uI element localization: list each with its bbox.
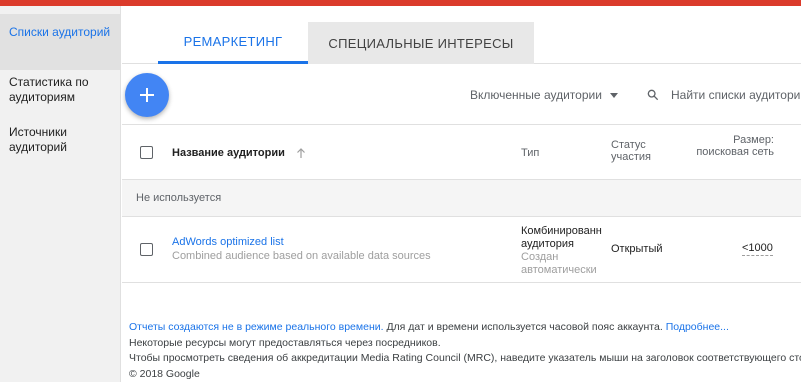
main-content: РЕМАРКЕТИНГ СПЕЦИАЛЬНЫЕ ИНТЕРЕСЫ Включен… xyxy=(122,6,801,382)
audience-name-link[interactable]: AdWords optimized list xyxy=(172,236,284,248)
footer-line-1: Отчеты создаются не в режиме реального в… xyxy=(129,321,729,333)
membership-status: Открытый xyxy=(611,243,663,255)
dropdown-arrow-icon xyxy=(609,92,618,98)
audience-description: Combined audience based on available dat… xyxy=(172,250,431,262)
tab-bar: РЕМАРКЕТИНГ СПЕЦИАЛЬНЫЕ ИНТЕРЕСЫ xyxy=(122,6,801,64)
filter-label: Включенные аудитории xyxy=(470,88,602,102)
table-header: Название аудитории Тип Статус участия Ра… xyxy=(122,124,801,180)
column-header-name[interactable]: Название аудитории xyxy=(172,147,307,159)
sidebar: Списки аудиторий Статистика по аудитория… xyxy=(0,6,121,382)
column-header-status[interactable]: Статус участия xyxy=(611,139,671,163)
group-label: Не используется xyxy=(136,192,222,204)
group-row: Не используется xyxy=(122,180,801,217)
sidebar-item-audience-stats[interactable]: Статистика по аудиториям xyxy=(0,75,120,105)
search-box[interactable] xyxy=(647,84,801,106)
sort-arrow-up-icon xyxy=(296,148,305,158)
audience-type-label: Комбинированн аудитория xyxy=(521,225,602,250)
row-checkbox[interactable] xyxy=(140,243,153,256)
select-all-checkbox[interactable] xyxy=(140,146,153,159)
audience-type: Комбинированн аудитория Создан автоматич… xyxy=(521,225,603,277)
learn-more-link[interactable]: Подробнее... xyxy=(666,321,729,333)
sidebar-item-audience-lists[interactable]: Списки аудиторий xyxy=(0,14,120,70)
realtime-link[interactable]: Отчеты создаются не в режиме реального в… xyxy=(129,321,384,333)
tab-custom-intents[interactable]: СПЕЦИАЛЬНЫЕ ИНТЕРЕСЫ xyxy=(308,22,534,64)
add-audience-button[interactable] xyxy=(125,73,169,117)
column-header-size[interactable]: Размер: поисковая сеть xyxy=(682,134,774,158)
tab-remarketing[interactable]: РЕМАРКЕТИНГ xyxy=(158,22,308,64)
table-row: AdWords optimized list Combined audience… xyxy=(122,217,801,283)
footer-line-2: Некоторые ресурсы могут предоставляться … xyxy=(129,336,441,349)
footer-notes: Отчеты создаются не в режиме реального в… xyxy=(129,320,801,382)
search-icon xyxy=(647,89,659,101)
audience-type-sub: Создан автоматически xyxy=(521,251,597,276)
column-header-type[interactable]: Тип xyxy=(521,147,539,159)
audience-filter-dropdown[interactable]: Включенные аудитории xyxy=(470,88,618,102)
footer-line-3: Чтобы просмотреть сведения об аккредитац… xyxy=(129,352,801,364)
search-input[interactable] xyxy=(671,88,801,102)
plus-icon xyxy=(140,88,154,102)
copyright: © 2018 Google xyxy=(129,367,200,380)
audience-size[interactable]: <1000 xyxy=(742,242,773,256)
sidebar-item-audience-sources[interactable]: Источники аудиторий xyxy=(0,125,120,155)
